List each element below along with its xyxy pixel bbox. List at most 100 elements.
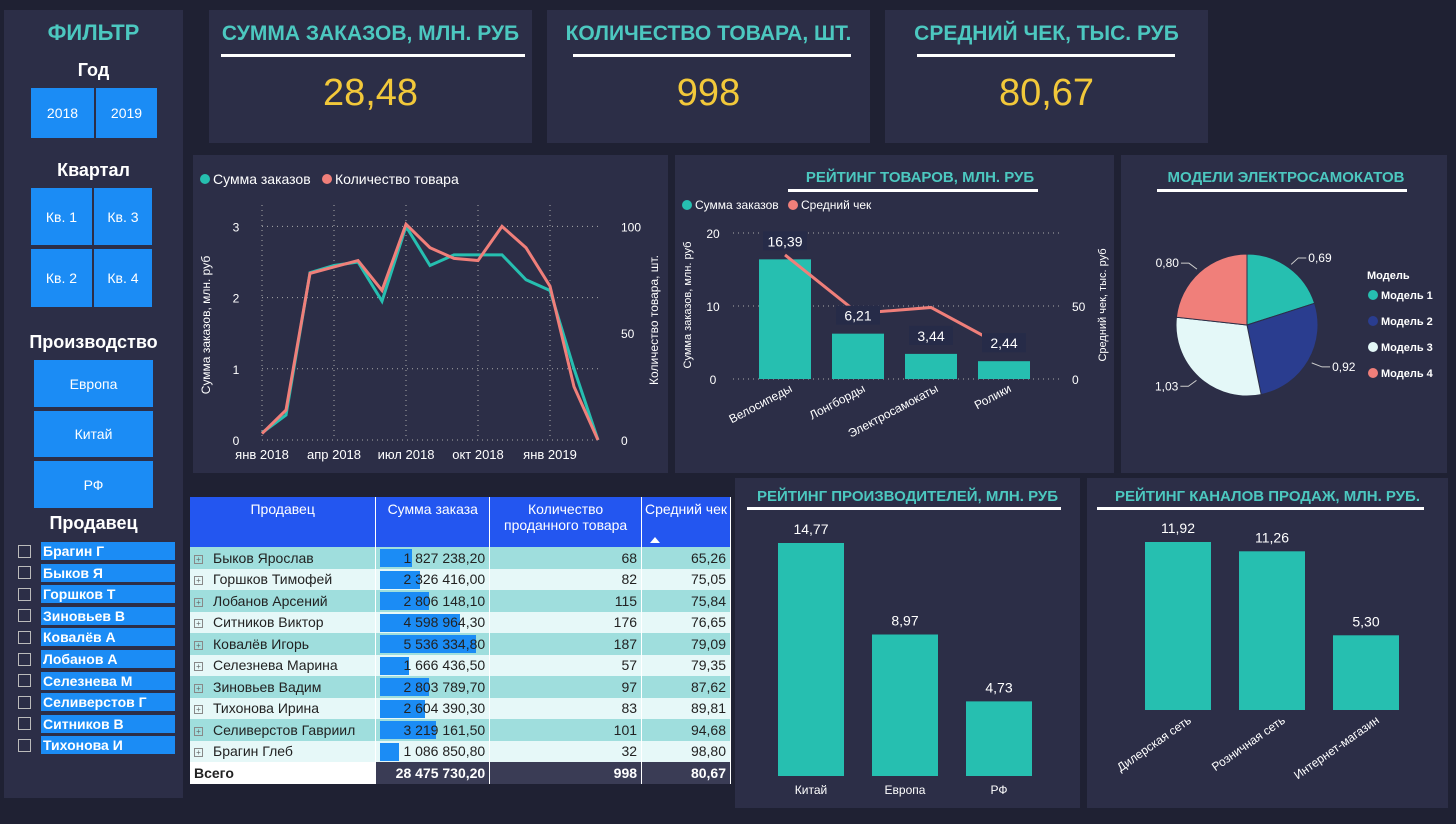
seller-name: Селиверстов Гавриил	[213, 721, 356, 738]
data-label: 8,97	[891, 612, 918, 628]
y-tick-label: 0	[710, 373, 717, 387]
table-row[interactable]: + Селиверстов Гавриил 3 219 161,50 101 94,68	[190, 719, 731, 741]
seller-filter-label: Селезнева М	[41, 671, 175, 690]
seller-checkbox[interactable]	[18, 674, 31, 688]
sum-cell: 4 598 964,30	[375, 611, 491, 633]
table-row[interactable]: + Лобанов Арсений 2 806 148,10 115 75,84	[190, 590, 731, 612]
seller-filter-item[interactable]: Горшков Т	[18, 585, 175, 604]
title-underline	[1097, 507, 1424, 510]
table-row[interactable]: + Горшков Тимофей 2 326 416,00 82 75,05	[190, 568, 731, 590]
year-2018-button[interactable]: 2018	[31, 88, 94, 138]
seller-filter-label: Ковалёв А	[41, 628, 175, 647]
seller-filter-item[interactable]: Селезнева М	[18, 671, 175, 690]
legend-marker	[1368, 316, 1378, 326]
x-tick-label: Дилерская сеть	[1114, 713, 1193, 775]
x-tick-label: Европа	[885, 783, 926, 797]
sum-value: 2 806 148,10	[403, 592, 486, 609]
sort-ascending-icon[interactable]	[650, 537, 660, 543]
quarter-1-button[interactable]: Кв. 1	[31, 188, 92, 245]
seller-filter-item[interactable]: Ковалёв А	[18, 628, 175, 647]
seller-cell: + Селиверстов Гавриил	[190, 719, 377, 741]
table-row[interactable]: + Зиновьев Вадим 2 803 789,70 97 87,62	[190, 676, 731, 698]
legend-marker	[322, 174, 332, 184]
expand-icon[interactable]: +	[194, 662, 203, 672]
scooter-models-chart: 0,69 0,92 1,03 0,80 Модель Модель 1 Модель 2 Мо…	[1155, 251, 1434, 397]
expand-icon[interactable]: +	[194, 705, 203, 715]
avg-cell: 75,05	[641, 568, 731, 590]
table-total-row: Всего 28 475 730,20 998 80,67	[190, 762, 731, 784]
seller-name: Горшков Тимофей	[213, 571, 333, 588]
table-row[interactable]: + Ситников Виктор 4 598 964,30 176 76,65	[190, 611, 731, 633]
y-tick-label: 20	[706, 227, 720, 241]
x-tick-label: Велосипеды	[727, 381, 795, 426]
y2-tick-label: 50	[1072, 300, 1086, 314]
seller-filter-label: Быков Я	[41, 563, 175, 582]
expand-icon[interactable]: +	[194, 683, 203, 693]
seller-filter-item[interactable]: Зиновьев В	[18, 606, 175, 625]
slice-label: 0,92	[1332, 360, 1356, 374]
table-row[interactable]: + Селезнева Марина 1 666 436,50 57 79,35	[190, 654, 731, 676]
seller-checkbox[interactable]	[18, 544, 31, 558]
seller-checkbox[interactable]	[18, 609, 31, 623]
seller-cell: + Горшков Тимофей	[190, 568, 377, 590]
scooter-models-title: МОДЕЛИ ЭЛЕКТРОСАМОКАТОВ	[1167, 169, 1405, 186]
expand-icon[interactable]: +	[194, 640, 203, 650]
quarter-2-button[interactable]: Кв. 2	[31, 249, 92, 307]
col-sum[interactable]: Сумма заказа	[375, 497, 491, 547]
year-heading: Год	[77, 60, 110, 80]
sum-value: 1 666 436,50	[403, 657, 486, 674]
y-tick-label: 0	[233, 434, 240, 448]
table-row[interactable]: + Быков Ярослав 1 827 238,20 68 65,26	[190, 547, 731, 569]
seller-cell: + Ситников Виктор	[190, 611, 377, 633]
seller-filter-item[interactable]: Селиверстов Г	[18, 693, 175, 712]
sum-cell: 2 806 148,10	[375, 590, 491, 612]
table-row[interactable]: + Брагин Глеб 1 086 850,80 32 98,80	[190, 740, 731, 762]
expand-icon[interactable]: +	[194, 576, 203, 586]
data-label: 5,30	[1352, 613, 1379, 629]
col-qty[interactable]: Количество проданного товара	[489, 497, 643, 547]
table-row[interactable]: + Тихонова Ирина 2 604 390,30 83 89,81	[190, 697, 731, 719]
seller-checkbox[interactable]	[18, 566, 31, 580]
table-row[interactable]: + Ковалёв Игорь 5 536 334,80 187 79,09	[190, 633, 731, 655]
quarter-4-button[interactable]: Кв. 4	[94, 249, 152, 307]
channel-rating-chart: 11,92 Дилерская сеть 11,26 Розничная сеть 5,…	[1114, 520, 1399, 782]
year-2019-button[interactable]: 2019	[96, 88, 157, 138]
y-tick-label: 2	[233, 292, 240, 306]
expand-icon[interactable]: +	[194, 554, 203, 564]
legend-label: Сумма заказов	[213, 171, 311, 187]
production-heading: Производство	[29, 332, 158, 352]
col-seller[interactable]: Продавец	[190, 497, 377, 547]
seller-filter-item[interactable]: Тихонова И	[18, 736, 175, 755]
legend-marker	[200, 174, 210, 184]
expand-icon[interactable]: +	[194, 748, 203, 758]
bar	[778, 543, 844, 776]
seller-checkbox[interactable]	[18, 652, 31, 666]
kpi-card-avg: СРЕДНИЙ ЧЕК, ТЫС. РУБ 80,67	[885, 10, 1208, 143]
seller-checkbox[interactable]	[18, 695, 31, 709]
bar	[872, 634, 938, 776]
channel-rating-title: РЕЙТИНГ КАНАЛОВ ПРОДАЖ, МЛН. РУБ.	[1114, 488, 1420, 505]
seller-filter-item[interactable]: Ситников В	[18, 714, 175, 733]
expand-icon[interactable]: +	[194, 619, 203, 629]
seller-checkbox[interactable]	[18, 717, 31, 731]
bar	[905, 353, 957, 379]
production-europe-button[interactable]: Европа	[34, 360, 153, 407]
production-china-button[interactable]: Китай	[34, 411, 153, 457]
production-rf-button[interactable]: РФ	[34, 461, 153, 508]
seller-checkbox[interactable]	[18, 630, 31, 644]
x-tick-label: Ролики	[972, 381, 1013, 412]
seller-filter-item[interactable]: Быков Я	[18, 563, 175, 582]
legend-marker	[1368, 368, 1378, 378]
seller-checkbox[interactable]	[18, 587, 31, 601]
expand-icon[interactable]: +	[194, 597, 203, 607]
seller-filter-item[interactable]: Лобанов А	[18, 650, 175, 668]
legend-marker	[1368, 290, 1378, 300]
quarter-3-button[interactable]: Кв. 3	[94, 188, 152, 245]
seller-filter-item[interactable]: Брагин Г	[18, 542, 175, 560]
x-tick-label: Розничная сеть	[1209, 713, 1288, 774]
legend-label: Модель 1	[1381, 290, 1433, 302]
seller-checkbox[interactable]	[18, 738, 31, 752]
expand-icon[interactable]: +	[194, 726, 203, 736]
qty-cell: 83	[489, 697, 643, 719]
product-rating-panel: РЕЙТИНГ ТОВАРОВ, МЛН. РУБ Сумма заказов С…	[675, 155, 1114, 473]
